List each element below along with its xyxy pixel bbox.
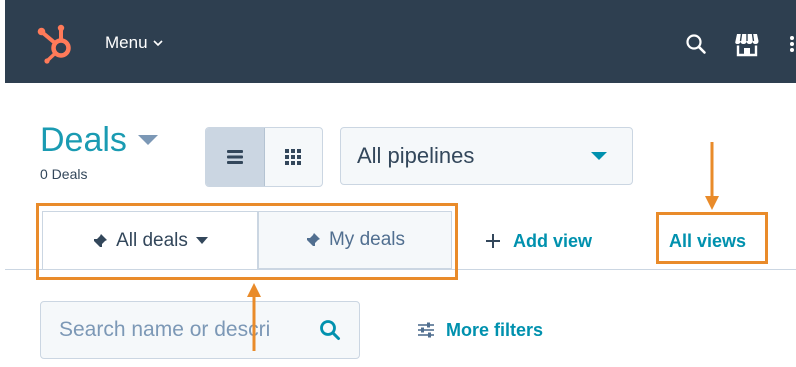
- view-toggle: [205, 127, 323, 187]
- tab-label: All deals: [116, 229, 188, 251]
- page-title: Deals: [40, 120, 127, 159]
- caret-down-icon: [195, 236, 208, 244]
- caret-down-icon: [591, 152, 607, 160]
- top-navigation-bar: Menu: [5, 0, 796, 83]
- annotation-arrow-down: [705, 142, 719, 210]
- menu-button[interactable]: Menu: [105, 32, 164, 54]
- pipeline-select[interactable]: All pipelines: [340, 127, 633, 185]
- tab-label: My deals: [328, 229, 406, 250]
- pipeline-select-value: All pipelines: [357, 143, 475, 168]
- tab-my-deals[interactable]: My deals: [258, 211, 452, 269]
- hubspot-sprocket-icon[interactable]: [35, 22, 77, 64]
- pin-icon: [93, 233, 108, 248]
- all-views-link[interactable]: All views: [669, 228, 746, 254]
- search-input[interactable]: [57, 317, 319, 343]
- deal-count: 0 Deals: [40, 166, 88, 182]
- deals-page: Menu Deals 0 Deals All pipelines All dea…: [0, 0, 796, 367]
- search-icon[interactable]: [319, 319, 341, 341]
- page-title-dropdown[interactable]: Deals: [40, 120, 159, 160]
- overflow-menu-icon[interactable]: [789, 34, 795, 54]
- more-filters-button[interactable]: More filters: [416, 318, 543, 342]
- tab-divider: [5, 269, 796, 270]
- plus-icon: [486, 234, 500, 248]
- board-view-button[interactable]: [265, 128, 323, 186]
- marketplace-store-icon[interactable]: [734, 31, 760, 57]
- caret-down-icon: [137, 135, 158, 145]
- menu-label: Menu: [105, 33, 148, 52]
- list-view-button[interactable]: [206, 128, 265, 186]
- search-icon[interactable]: [685, 33, 707, 55]
- pin-icon: [305, 233, 320, 247]
- tab-all-deals[interactable]: All deals: [42, 211, 258, 269]
- filter-sliders-icon: [418, 322, 434, 338]
- add-view-button[interactable]: Add view: [485, 228, 592, 254]
- board-view-icon: [285, 149, 302, 165]
- add-view-label: Add view: [513, 230, 593, 251]
- search-box: [40, 301, 360, 359]
- list-view-icon: [226, 150, 243, 164]
- more-filters-label: More filters: [446, 319, 544, 340]
- chevron-down-icon: [152, 40, 163, 47]
